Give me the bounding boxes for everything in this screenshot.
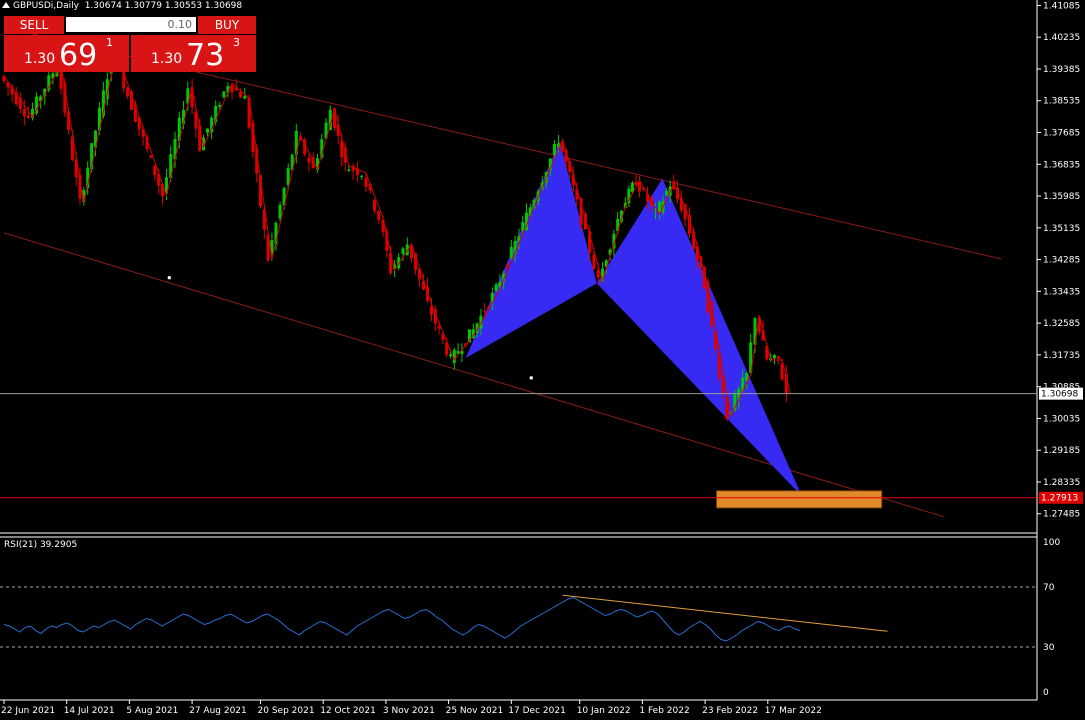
candle-body <box>401 248 405 255</box>
time-tick-label: 20 Sep 2021 <box>258 706 315 716</box>
rsi-line <box>3 596 801 642</box>
last-price-tag-label: 1.30698 <box>1041 390 1078 400</box>
candle-body <box>126 88 130 97</box>
buy-price-prefix: 1.30 <box>151 51 183 67</box>
buy-price-box[interactable]: 1.30 73 3 <box>131 35 256 73</box>
candle-body <box>360 175 364 177</box>
candle-body <box>153 165 157 176</box>
price-tick-label: 1.37685 <box>1043 129 1080 139</box>
price-tick-label: 1.33435 <box>1043 287 1080 297</box>
candle-body <box>364 178 368 188</box>
candle-body <box>239 91 243 98</box>
candle-body <box>772 355 776 359</box>
candle-body <box>509 246 513 258</box>
candle-body <box>222 91 226 98</box>
candle-body <box>494 284 498 291</box>
price-tick-label: 1.28335 <box>1043 478 1080 488</box>
candle-body <box>521 222 525 231</box>
candle-body <box>206 128 210 133</box>
candle-body <box>592 254 596 270</box>
chart-header: GBPUSDi,Daily 1.30674 1.30779 1.30553 1.… <box>2 1 242 11</box>
price-tick-label: 1.35135 <box>1043 224 1080 234</box>
price-tick-label: 1.32585 <box>1043 319 1080 329</box>
sell-price-box[interactable]: 1.30 69 1 <box>4 35 129 73</box>
rsi-tick-label: 70 <box>1043 583 1055 593</box>
channel-marker <box>167 276 171 280</box>
collapse-icon[interactable] <box>2 2 10 8</box>
candle-body <box>658 201 661 213</box>
time-tick-label: 1 Feb 2022 <box>639 706 689 716</box>
time-tick-label: 23 Feb 2022 <box>702 706 758 716</box>
candle-body <box>745 372 749 381</box>
candle-body <box>307 157 311 163</box>
time-tick-label: 5 Aug 2021 <box>126 706 178 716</box>
rsi-tick-label: 30 <box>1043 643 1055 653</box>
time-tick-label: 3 Nov 2021 <box>383 706 435 716</box>
candle-body <box>483 311 487 313</box>
candle-body <box>26 115 30 118</box>
channel-lower-line <box>3 232 945 518</box>
rsi-tick-label: 100 <box>1043 538 1060 548</box>
candle-body <box>665 190 669 196</box>
pattern-xab-triangle <box>465 141 597 359</box>
price-tick-label: 1.29185 <box>1043 446 1080 456</box>
buy-price-point: 3 <box>233 36 240 49</box>
candle-body <box>347 169 351 171</box>
candle-body <box>552 143 556 155</box>
symbol-label: GBPUSDi,Daily <box>13 1 79 11</box>
candle-body <box>437 326 441 329</box>
candle-body <box>780 364 784 380</box>
sell-price-prefix: 1.30 <box>24 51 56 67</box>
price-tick-label: 1.34285 <box>1043 256 1080 266</box>
buy-button[interactable]: BUY <box>198 16 256 34</box>
chart-canvas: 1.41085 1.40235 1.39385 1.38535 1.37685 1.368… <box>0 0 1083 716</box>
price-tick-label: 1.40235 <box>1043 33 1080 43</box>
candle-body <box>149 155 153 158</box>
sell-price-pips: 69 <box>59 38 98 73</box>
candle-body <box>373 200 376 211</box>
target-price-tag-label: 1.27913 <box>1041 494 1078 504</box>
time-tick-label: 25 Nov 2021 <box>446 706 504 716</box>
candle-body <box>243 95 247 99</box>
candle-body <box>22 108 26 117</box>
time-tick-label: 10 Jan 2022 <box>577 706 631 716</box>
candle-body <box>776 356 780 359</box>
time-tick-label: 12 Oct 2021 <box>320 706 376 716</box>
time-tick-label: 17 Dec 2021 <box>508 706 566 716</box>
time-tick-label: 14 Jul 2021 <box>64 706 115 716</box>
candle-body <box>630 182 634 192</box>
pattern-bcd-triangle <box>596 178 802 497</box>
time-tick-label: 22 Jun 2021 <box>1 706 55 716</box>
price-tick-label: 1.38535 <box>1043 97 1080 107</box>
price-tick-label: 1.35985 <box>1043 192 1080 202</box>
rsi-title: RSI(21) 39.2905 <box>4 540 77 550</box>
candle-body <box>218 105 222 107</box>
candle-body <box>377 211 381 220</box>
price-tick-label: 1.30035 <box>1043 414 1080 424</box>
time-tick-label: 17 Mar 2022 <box>765 706 822 716</box>
price-tick-label: 1.31735 <box>1043 351 1080 361</box>
target-zone <box>716 490 883 509</box>
one-click-trade-panel: SELL 0.10 BUY 1.30 69 1 1.30 73 3 <box>4 16 256 73</box>
channel-marker <box>529 376 533 380</box>
price-tick-label: 1.39385 <box>1043 65 1080 75</box>
time-tick-label: 27 Aug 2021 <box>189 706 247 716</box>
price-tick-label: 1.27485 <box>1043 510 1080 520</box>
sell-price-point: 1 <box>106 36 113 49</box>
ohlc-label: 1.30674 1.30779 1.30553 1.30698 <box>84 1 243 11</box>
candle-body <box>278 204 282 219</box>
lot-size-input[interactable]: 0.10 <box>66 17 196 32</box>
rsi-tick-label: 0 <box>1043 688 1049 698</box>
candle-body <box>449 354 452 357</box>
sell-button[interactable]: SELL <box>4 16 64 34</box>
price-tick-label: 1.41085 <box>1043 1 1080 11</box>
price-tick-label: 1.36835 <box>1043 160 1080 170</box>
buy-price-pips: 73 <box>186 38 225 73</box>
